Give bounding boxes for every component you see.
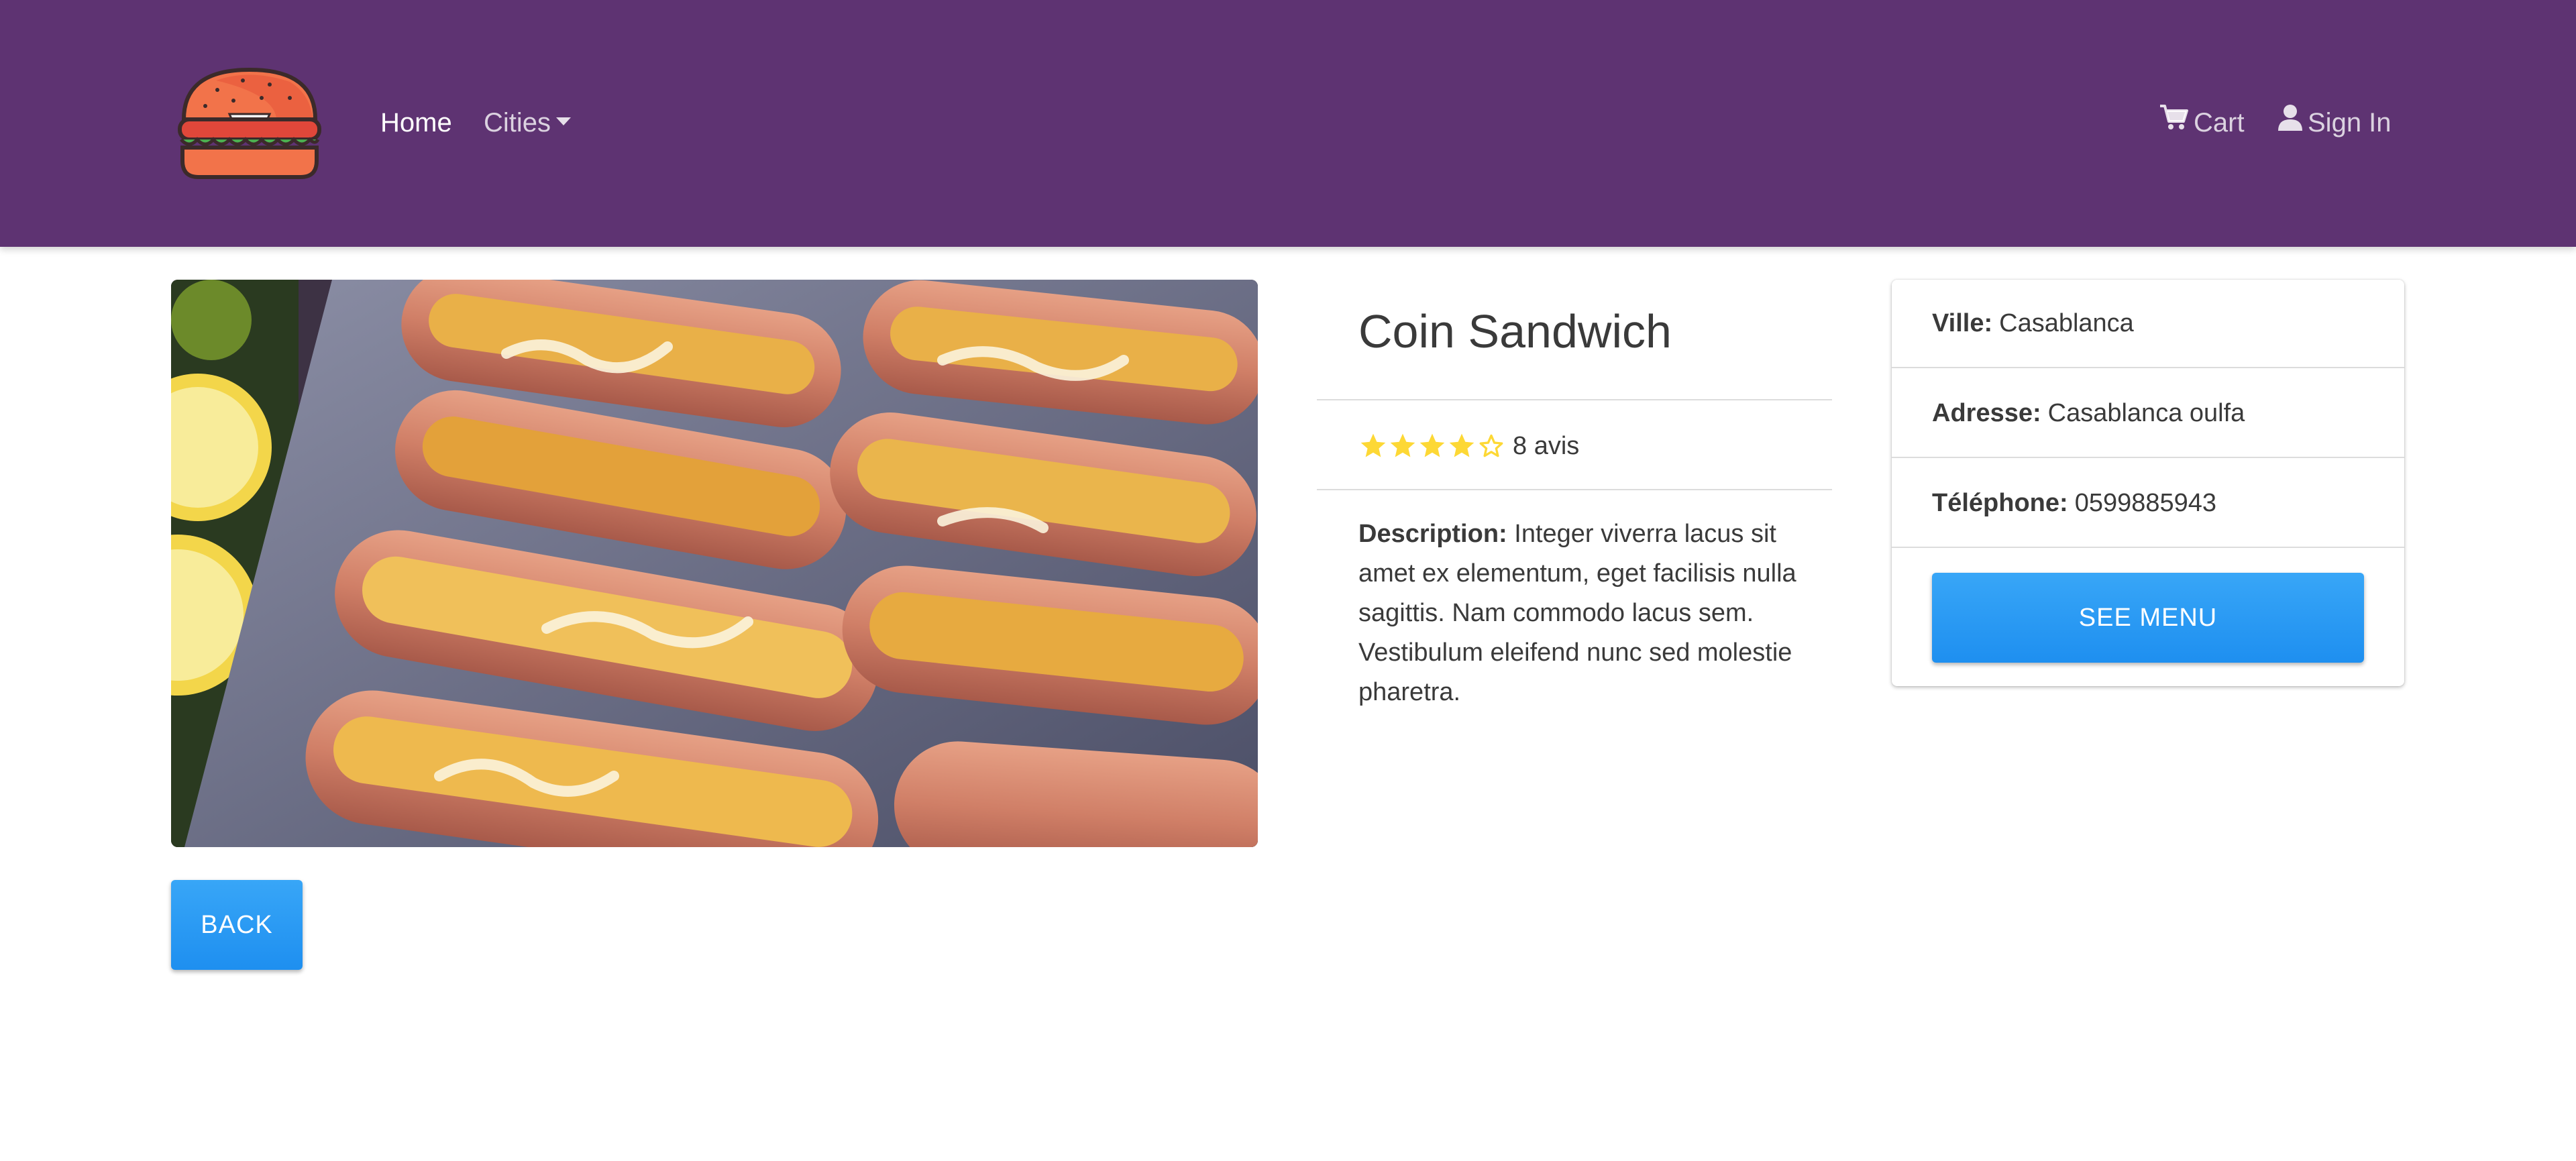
nav-cart-label: Cart bbox=[2194, 108, 2245, 137]
user-icon bbox=[2278, 103, 2302, 141]
phone-row: Téléphone: 0599885943 bbox=[1892, 459, 2404, 548]
restaurant-name: Coin Sandwich bbox=[1358, 305, 1672, 357]
back-button[interactable]: BACK bbox=[171, 880, 303, 970]
star-filled-icon bbox=[1449, 433, 1474, 457]
burger-logo-icon[interactable] bbox=[176, 67, 323, 181]
navbar: Home Cities Cart Sign In bbox=[0, 0, 2576, 247]
caret-down-icon bbox=[556, 117, 572, 126]
divider bbox=[1317, 399, 1832, 400]
nav-cities-dropdown[interactable]: Cities bbox=[484, 104, 572, 142]
see-menu-button[interactable]: SEE MENU bbox=[1932, 573, 2364, 663]
star-empty-icon bbox=[1479, 434, 1503, 457]
address-label: Adresse: bbox=[1932, 398, 2041, 427]
address-row: Adresse: Casablanca oulfa bbox=[1892, 370, 2404, 458]
star-filled-icon bbox=[1390, 433, 1415, 457]
nav-cities-label: Cities bbox=[484, 108, 551, 137]
star-filled-icon bbox=[1360, 433, 1386, 457]
address-value: Casablanca oulfa bbox=[2047, 398, 2245, 427]
nav-signin-link[interactable]: Sign In bbox=[2278, 104, 2392, 143]
phone-label: Téléphone: bbox=[1932, 488, 2068, 517]
nav-signin-label: Sign In bbox=[2308, 108, 2392, 137]
rating: 8 avis bbox=[1358, 426, 1579, 466]
restaurant-description: Description: Integer viverra lacus sit a… bbox=[1358, 514, 1801, 712]
city-row: Ville: Casablanca bbox=[1892, 280, 2404, 368]
info-card: Ville: Casablanca Adresse: Casablanca ou… bbox=[1892, 280, 2404, 686]
star-filled-icon bbox=[1419, 433, 1445, 457]
nav-home-link[interactable]: Home bbox=[380, 104, 452, 142]
restaurant-photo bbox=[171, 280, 1258, 847]
city-value: Casablanca bbox=[1999, 309, 2134, 337]
nav-cart-link[interactable]: Cart bbox=[2159, 104, 2245, 143]
divider bbox=[1317, 489, 1832, 490]
phone-value: 0599885943 bbox=[2074, 488, 2217, 517]
shopping-cart-icon bbox=[2159, 103, 2188, 141]
city-label: Ville: bbox=[1932, 309, 1993, 337]
description-label: Description: bbox=[1358, 520, 1507, 548]
reviews-count: 8 avis bbox=[1513, 431, 1580, 460]
